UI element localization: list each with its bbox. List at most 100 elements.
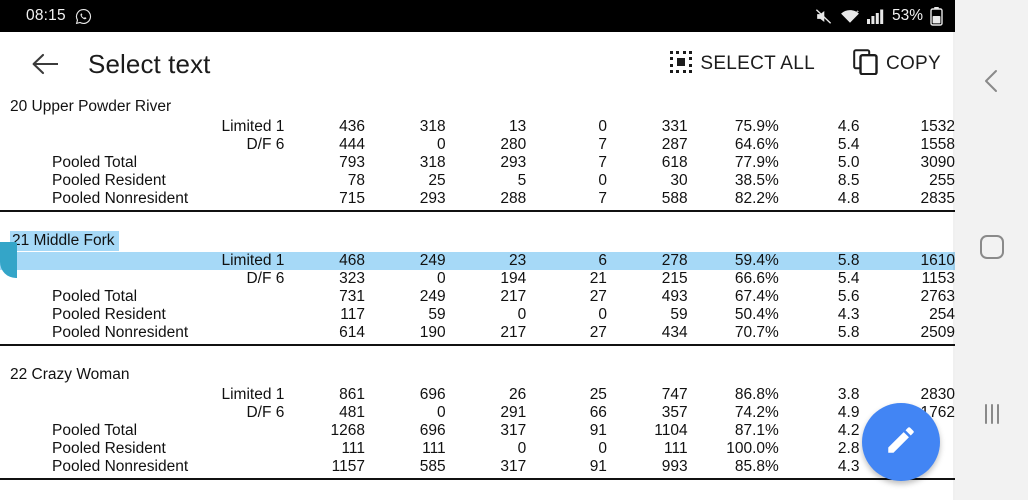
- section-title-text: 21 Middle Fork: [10, 231, 119, 251]
- table-cell: 38.5%: [734, 172, 779, 189]
- row-label: Pooled Nonresident: [52, 190, 189, 207]
- table-cell: 7: [598, 136, 607, 153]
- table-cell: 2830: [920, 386, 955, 403]
- row-label: Pooled Resident: [52, 440, 166, 457]
- table-cell: 1157: [331, 458, 366, 475]
- table-cell: 86.8%: [734, 386, 779, 403]
- table-cell: 59: [428, 306, 446, 323]
- table-row[interactable]: D/F 6 481 0 291 66 357 74.2% 4.9 1762: [0, 404, 955, 422]
- table-cell: 585: [419, 458, 446, 475]
- row-label: D/F 6: [246, 136, 285, 153]
- table-cell: 111: [664, 440, 688, 457]
- table-row[interactable]: Pooled Resident 111 111 0 0 111 100.0% 2.8: [0, 440, 955, 458]
- table-row[interactable]: Pooled Total 793 318 293 7 618 77.9% 5.0 3090: [0, 154, 955, 172]
- table-cell: 436: [339, 118, 366, 135]
- table-cell: 861: [339, 386, 366, 403]
- table-cell: 1558: [920, 136, 955, 153]
- table-cell: 318: [419, 118, 446, 135]
- table-row[interactable]: Limited 1 861 696 26 25 747 86.8% 3.8 2830: [0, 386, 955, 404]
- nav-recents-button[interactable]: [963, 388, 1021, 446]
- table-row[interactable]: Pooled Resident 78 25 5 0 30 38.5% 8.5 255: [0, 172, 955, 190]
- table-cell: 696: [419, 422, 446, 439]
- table-row[interactable]: Pooled Resident 117 59 0 0 59 50.4% 4.3 254: [0, 306, 955, 324]
- copy-button[interactable]: COPY: [853, 48, 941, 80]
- section-title[interactable]: 21 Middle Fork: [0, 230, 955, 252]
- table-cell: 5.8: [837, 324, 860, 341]
- table-cell: 0: [437, 270, 446, 287]
- table-cell: 194: [500, 270, 527, 287]
- row-label: D/F 6: [246, 404, 285, 421]
- section-table: Limited 1 468 249 23 6 278 59.4% 5.8 1610 D/F 6 32…: [0, 252, 955, 342]
- back-arrow-icon[interactable]: [24, 42, 68, 86]
- table-row[interactable]: D/F 6 444 0 280 7 287 64.6% 5.4 1558: [0, 136, 955, 154]
- table-row[interactable]: Limited 1 436 318 13 0 331 75.9% 4.6 1532: [0, 118, 955, 136]
- table-cell: 74.2%: [734, 404, 779, 421]
- table-cell: 5.4: [837, 270, 860, 287]
- table-row[interactable]: Pooled Nonresident 1157 585 317 91 993 85.8% 4.…: [0, 458, 955, 476]
- document-sections: 20 Upper Powder River Limited 1 436 318 13 0 3…: [0, 96, 955, 500]
- copy-label: COPY: [885, 53, 941, 74]
- section-title-text: 20 Upper Powder River: [10, 98, 172, 115]
- table-cell: 249: [365, 252, 446, 270]
- page-title: Select text: [88, 48, 211, 79]
- table-cell: 618: [661, 154, 688, 171]
- table-cell: 4.3: [837, 458, 860, 475]
- table-cell: 0: [437, 404, 446, 421]
- table-cell: 5.0: [837, 154, 860, 171]
- table-cell: 254: [929, 306, 955, 323]
- table-cell: 614: [339, 324, 366, 341]
- table-row[interactable]: D/F 6 323 0 194 21 215 66.6% 5.4 1153: [0, 270, 955, 288]
- table-cell: 793: [339, 154, 366, 171]
- nav-back-button[interactable]: [963, 54, 1021, 112]
- edit-fab-button[interactable]: [862, 403, 940, 481]
- table-row[interactable]: Pooled Total 1268 696 317 91 1104 87.1% 4.2: [0, 422, 955, 440]
- mute-icon: [814, 7, 833, 26]
- table-row[interactable]: Pooled Nonresident 715 293 288 7 588 82.2% 4.8 2…: [0, 190, 955, 208]
- table-cell: 85.8%: [734, 458, 779, 475]
- table-cell: 23: [445, 252, 527, 270]
- table-cell: 588: [661, 190, 688, 207]
- table-cell: 4.3: [837, 306, 860, 323]
- table-cell: 0: [517, 306, 527, 323]
- whatsapp-icon: [75, 8, 92, 25]
- row-label: Limited 1: [221, 118, 285, 135]
- table-row[interactable]: Pooled Nonresident 614 190 217 27 434 70.7% 5.8…: [0, 324, 955, 342]
- pencil-icon: [884, 423, 918, 462]
- nav-home-button[interactable]: [963, 221, 1021, 279]
- status-bar-right: + 53%: [814, 6, 943, 26]
- table-cell: 317: [500, 458, 527, 475]
- table-cell: 82.2%: [734, 190, 779, 207]
- table-cell: 87.1%: [734, 422, 779, 439]
- table-cell: 747: [661, 386, 688, 403]
- table-cell: 2763: [920, 288, 955, 305]
- section-title[interactable]: 22 Crazy Woman: [0, 364, 955, 386]
- table-cell: 493: [661, 288, 688, 305]
- table-cell: 59.4%: [687, 252, 779, 270]
- table-cell: 278: [606, 252, 688, 270]
- table-row[interactable]: Pooled Total 731 249 217 27 493 67.4% 5.6 2763: [0, 288, 955, 306]
- table-cell: 4.2: [837, 422, 860, 439]
- document-body[interactable]: 20 Upper Powder River Limited 1 436 318 13 0 3…: [0, 96, 955, 500]
- table-cell: 91: [589, 458, 607, 475]
- table-cell: 331: [661, 118, 688, 135]
- table-row[interactable]: Limited 1 468 249 23 6 278 59.4% 5.8 1610: [0, 252, 955, 270]
- table-cell: 0: [598, 172, 607, 189]
- table-cell: 5.6: [837, 288, 860, 305]
- section-table: Limited 1 436 318 13 0 331 75.9% 4.6 1532 D/F 6 44…: [0, 118, 955, 208]
- document-section: 20 Upper Powder River Limited 1 436 318 13 0 3…: [0, 96, 955, 230]
- row-label: Limited 1: [221, 386, 285, 403]
- table-cell: 7: [598, 154, 607, 171]
- table-cell: 64.6%: [734, 136, 779, 153]
- table-cell: 2509: [920, 324, 955, 341]
- select-all-button[interactable]: SELECT ALL: [669, 50, 815, 79]
- table-cell: 4.6: [837, 118, 860, 135]
- table-cell: 50.4%: [734, 306, 779, 323]
- section-title[interactable]: 20 Upper Powder River: [0, 96, 955, 118]
- row-label: Pooled Total: [52, 154, 138, 171]
- table-cell: 293: [500, 154, 527, 171]
- table-cell: 111: [341, 440, 366, 457]
- table-cell: 30: [670, 172, 688, 189]
- table-cell: 25: [428, 172, 446, 189]
- table-cell: 215: [661, 270, 688, 287]
- table-cell: 217: [500, 288, 527, 305]
